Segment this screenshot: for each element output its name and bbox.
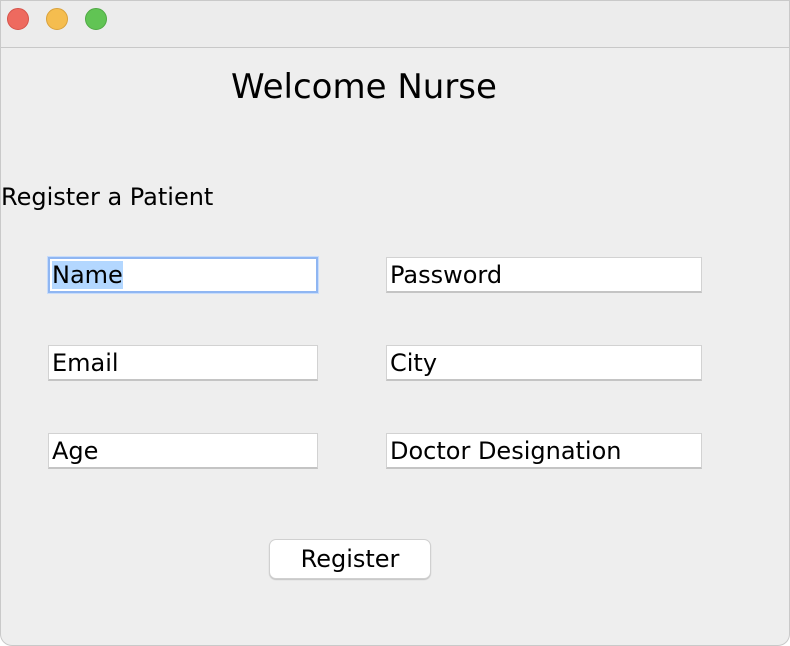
doctor-designation-field[interactable]: Doctor Designation	[386, 433, 702, 469]
password-field[interactable]: Password	[386, 257, 702, 293]
doctor-designation-field-value: Doctor Designation	[390, 437, 622, 465]
password-field-value: Password	[390, 261, 503, 289]
email-field[interactable]: Email	[48, 345, 318, 381]
minimize-window-icon[interactable]	[46, 8, 68, 30]
section-label: Register a Patient	[1, 183, 214, 211]
register-button[interactable]: Register	[269, 539, 431, 579]
email-field-value: Email	[52, 349, 119, 377]
name-field[interactable]: Name	[48, 257, 318, 293]
age-field[interactable]: Age	[48, 433, 318, 469]
title-bar[interactable]	[1, 1, 789, 48]
zoom-window-icon[interactable]	[85, 8, 107, 30]
city-field[interactable]: City	[386, 345, 702, 381]
page-title: Welcome Nurse	[231, 67, 497, 107]
name-field-value: Name	[52, 261, 123, 289]
age-field-value: Age	[52, 437, 99, 465]
app-window: Welcome Nurse Register a Patient Name Pa…	[0, 0, 790, 646]
close-window-icon[interactable]	[7, 8, 29, 30]
city-field-value: City	[390, 349, 438, 377]
